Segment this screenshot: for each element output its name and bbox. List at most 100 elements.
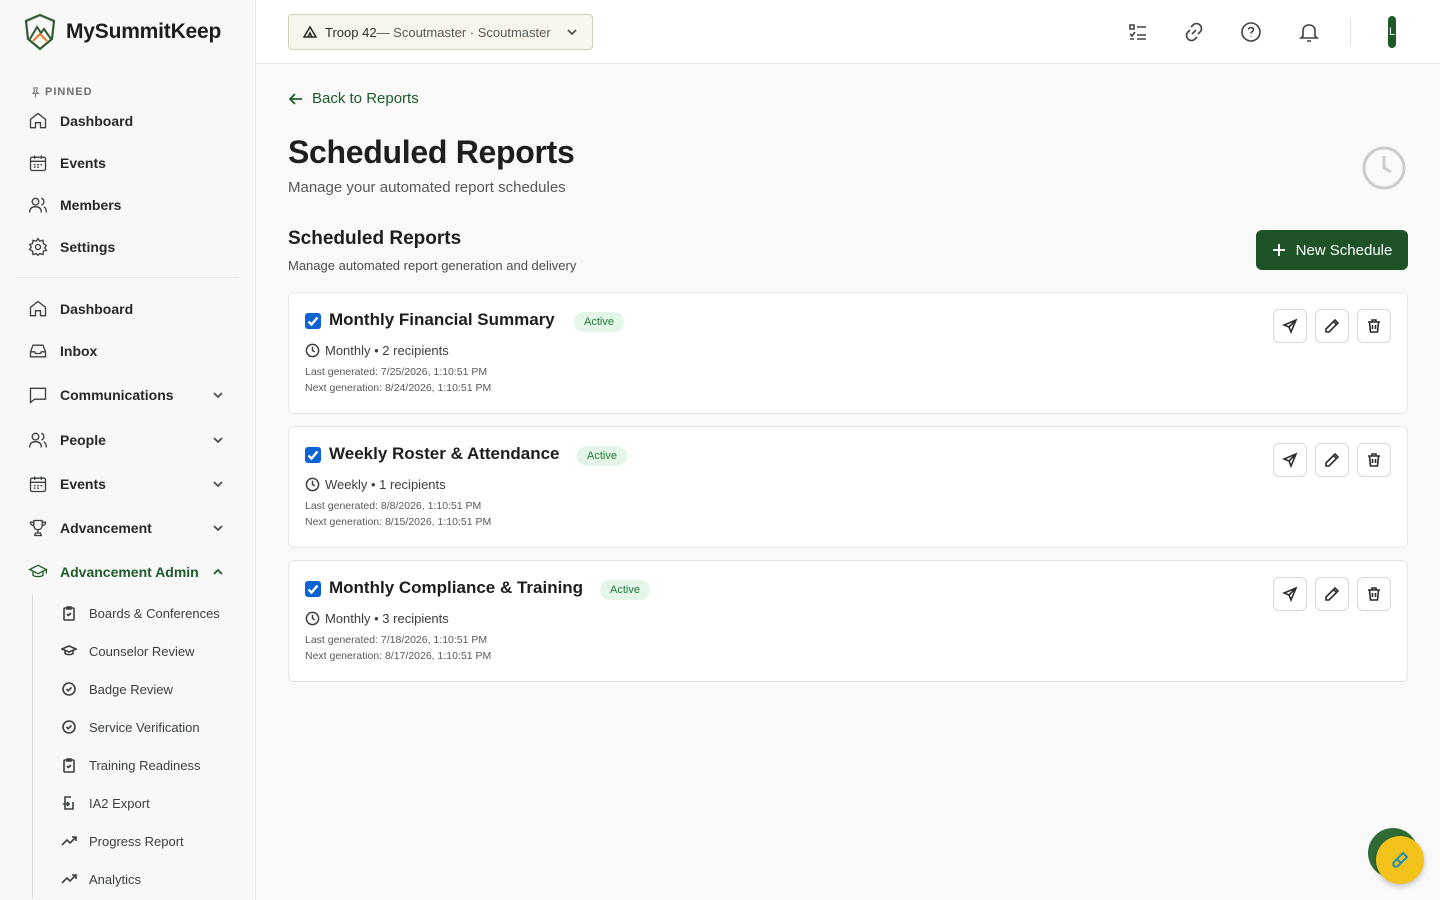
plus-icon: [1272, 244, 1285, 256]
bell-icon[interactable]: [1297, 20, 1321, 44]
edit-button[interactable]: [1315, 443, 1349, 477]
send-now-button[interactable]: [1273, 577, 1307, 611]
sidebar-item-label: Communications: [60, 387, 174, 403]
trending-up-icon: [61, 836, 77, 846]
edit-button[interactable]: [1315, 577, 1349, 611]
status-badge: Active: [574, 312, 624, 332]
delete-button[interactable]: [1357, 443, 1391, 477]
check-icon: [307, 450, 319, 461]
sidebar-item-analytics[interactable]: Analytics: [33, 860, 255, 898]
chevron-down-icon[interactable]: [211, 433, 225, 447]
pinned-label: PINNED: [45, 86, 93, 98]
main-content: Back to Reports Scheduled Reports Manage…: [256, 64, 1440, 900]
report-enabled-checkbox[interactable]: [305, 447, 321, 463]
avatar[interactable]: L: [1388, 16, 1396, 48]
edit-button[interactable]: [1315, 309, 1349, 343]
sidebar-item-label: Members: [60, 197, 122, 213]
trash-icon: [1368, 453, 1380, 467]
link-icon[interactable]: [1182, 20, 1206, 44]
troop-selector[interactable]: Troop 42 — Scoutmaster · Scoutmaster: [288, 14, 593, 50]
help-icon[interactable]: [1239, 20, 1263, 44]
sidebar-item-label: People: [60, 432, 106, 448]
sidebar-item-training-readiness[interactable]: Training Readiness: [33, 746, 255, 784]
report-card: Monthly Financial Summary Active Monthly…: [288, 292, 1408, 414]
sidebar-item-label: Events: [60, 155, 106, 171]
report-frequency: Weekly • 1 recipients: [305, 477, 446, 492]
back-to-reports-link[interactable]: Back to Reports: [288, 90, 419, 107]
mountain-icon: [303, 25, 317, 38]
sidebar-item-boards-conferences[interactable]: Boards & Conferences: [33, 594, 255, 632]
pencil-icon: [1325, 318, 1340, 333]
users-icon: [29, 197, 47, 213]
send-now-button[interactable]: [1273, 309, 1307, 343]
sidebar-item-pinned-members[interactable]: Members: [0, 184, 255, 226]
clipboard-icon: [63, 758, 75, 773]
mountain-logo-icon: [24, 13, 56, 51]
sidebar-item-advancement-admin[interactable]: Advancement Admin: [0, 550, 255, 594]
report-card: Weekly Roster & Attendance Active Weekly…: [288, 426, 1408, 548]
sidebar-subitem-label: Progress Report: [89, 833, 184, 849]
app-name: MySummitKeep: [66, 20, 222, 43]
send-now-button[interactable]: [1273, 443, 1307, 477]
top-bar: Troop 42 — Scoutmaster · Scoutmaster L: [256, 0, 1440, 64]
status-badge: Active: [600, 580, 650, 600]
chevron-down-icon: [567, 29, 577, 36]
troop-role: — Scoutmaster · Scoutmaster: [376, 24, 551, 40]
delete-button[interactable]: [1357, 309, 1391, 343]
graduation-cap-icon: [61, 645, 77, 656]
report-frequency: Monthly • 3 recipients: [305, 611, 449, 626]
report-enabled-checkbox[interactable]: [305, 313, 321, 329]
trash-icon: [1368, 319, 1380, 333]
report-enabled-checkbox[interactable]: [305, 581, 321, 597]
chevron-down-icon[interactable]: [211, 521, 225, 535]
sidebar-item-counselor-review[interactable]: Counselor Review: [33, 632, 255, 670]
sidebar-subitem-label: Analytics: [89, 871, 142, 887]
sidebar-item-inbox[interactable]: Inbox: [0, 330, 255, 372]
sidebar-item-events[interactable]: Events: [0, 462, 255, 506]
sidebar-item-badge-review[interactable]: Badge Review: [33, 670, 255, 708]
sidebar-item-label: Dashboard: [60, 301, 134, 317]
advancement-admin-submenu: Boards & Conferences Counselor Review Ba…: [32, 594, 255, 898]
frequency-text: Monthly • 3 recipients: [325, 611, 449, 626]
sidebar-item-pinned-settings[interactable]: Settings: [0, 226, 255, 268]
next-generation: Next generation: 8/24/2026, 1:10:51 PM: [305, 382, 492, 394]
next-generation: Next generation: 8/17/2026, 1:10:51 PM: [305, 650, 492, 662]
clock-icon: [305, 343, 320, 358]
delete-button[interactable]: [1357, 577, 1391, 611]
new-schedule-label: New Schedule: [1295, 241, 1393, 259]
sidebar-item-progress-report[interactable]: Progress Report: [33, 822, 255, 860]
sidebar-item-ia2-export[interactable]: IA2 Export: [33, 784, 255, 822]
sidebar-item-advancement[interactable]: Advancement: [0, 506, 255, 550]
report-frequency: Monthly • 2 recipients: [305, 343, 449, 358]
sidebar-item-pinned-events[interactable]: Events: [0, 142, 255, 184]
report-card: Monthly Compliance & Training Active Mon…: [288, 560, 1408, 682]
gear-icon: [28, 237, 48, 257]
sidebar-item-label: Settings: [60, 239, 116, 255]
next-generation: Next generation: 8/15/2026, 1:10:51 PM: [305, 516, 492, 528]
trash-icon: [1368, 587, 1380, 601]
sidebar-item-pinned-dashboard[interactable]: Dashboard: [0, 100, 255, 142]
sidebar-item-people[interactable]: People: [0, 418, 255, 462]
sidebar-subitem-label: IA2 Export: [89, 795, 150, 811]
clock-icon: [1362, 146, 1406, 190]
checklist-icon[interactable]: [1126, 20, 1150, 44]
sidebar-subitem-label: Counselor Review: [89, 643, 195, 659]
home-icon: [29, 112, 47, 129]
send-icon: [1282, 318, 1298, 334]
chevron-up-icon[interactable]: [211, 565, 225, 579]
report-name: Monthly Compliance & Training: [329, 578, 584, 597]
clock-icon: [305, 611, 320, 626]
dev-tools-button[interactable]: [1376, 836, 1424, 884]
app-logo[interactable]: MySummitKeep: [0, 0, 255, 64]
chevron-down-icon[interactable]: [211, 477, 225, 491]
sidebar-item-service-verification[interactable]: Service Verification: [33, 708, 255, 746]
new-schedule-button[interactable]: New Schedule: [1256, 230, 1408, 270]
sidebar-item-communications[interactable]: Communications: [0, 372, 255, 418]
graduation-cap-icon: [28, 564, 48, 578]
sidebar-item-dashboard[interactable]: Dashboard: [0, 288, 255, 330]
frequency-text: Weekly • 1 recipients: [325, 477, 446, 492]
clipboard-icon: [63, 606, 75, 621]
sidebar-item-label: Inbox: [60, 343, 98, 359]
calendar-icon: [29, 155, 47, 172]
chevron-down-icon[interactable]: [211, 388, 225, 402]
